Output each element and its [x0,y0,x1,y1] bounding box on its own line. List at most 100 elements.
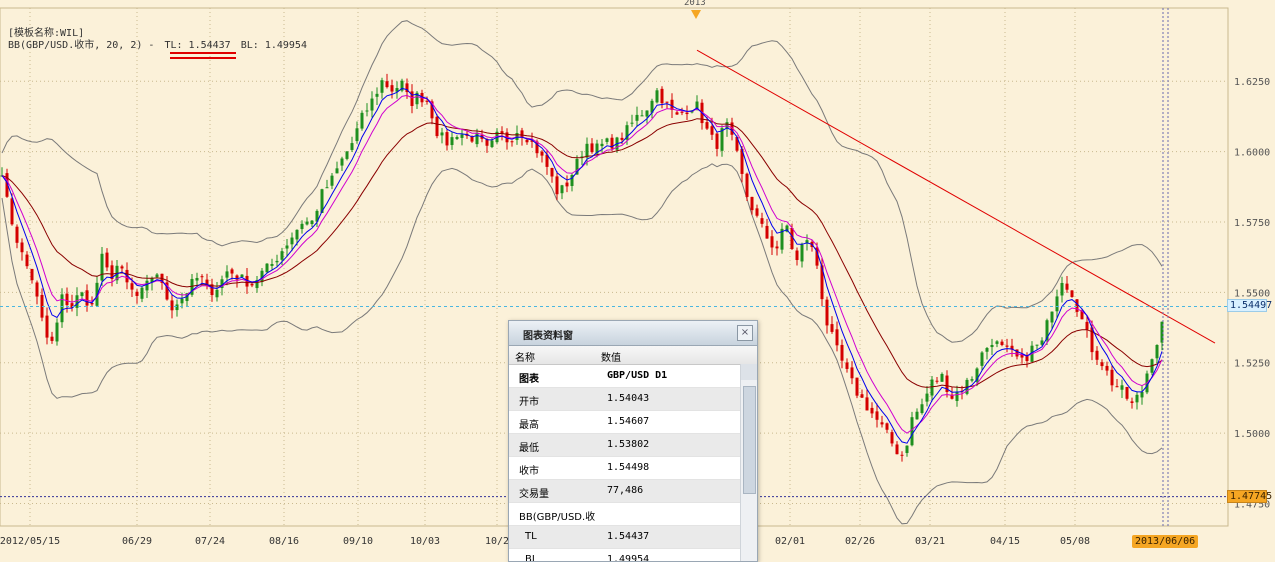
candle-body [935,380,939,382]
candle-body [325,187,329,189]
x-tick-label: 03/21 [914,536,946,547]
candle-body [375,93,379,97]
scroll-up-icon[interactable] [741,364,757,380]
candle-body [175,304,179,311]
candle-body [895,444,899,455]
candle-body [640,115,644,117]
candle-body [65,293,69,306]
candle-body [555,176,559,195]
candle-body [915,411,919,420]
candle-body [460,134,464,138]
candle-body [995,341,999,344]
column-value-header: 数值 [601,353,621,364]
y-tick-label: 1.5500 [1234,288,1270,299]
data-window-scrollbar[interactable] [740,364,757,561]
x-tick-label: 2012/05/15 [0,536,61,547]
row-key: 最低 [519,443,539,454]
candle-body [985,348,989,352]
candle-body [130,283,134,290]
candle-body [750,196,754,211]
candle-body [455,137,459,140]
candle-body [50,336,54,341]
candle-body [55,322,59,342]
candle-body [1115,386,1119,388]
data-window-titlebar[interactable]: 图表资料窗 × [509,321,757,346]
x-tick-label: 10/2 [484,536,510,547]
candle-body [560,185,564,194]
year-marker-triangle-icon[interactable] [691,10,701,19]
data-window[interactable]: 图表资料窗 × 名称 数值 图表 GBP/USD D1 开市 1.54043 最高 1… [508,320,758,562]
candle-body [1035,344,1039,346]
x-tick-label: 02/26 [844,536,876,547]
candle-body [830,324,834,332]
candle-body [1005,345,1009,347]
scroll-thumb[interactable] [743,386,756,494]
candle-body [1125,386,1129,399]
candle-body [350,143,354,150]
candle-body [345,151,349,159]
candle-body [230,269,234,274]
candle-body [660,88,664,104]
candle-body [475,132,479,145]
candle-body [425,100,429,102]
candle-body [1050,311,1054,323]
candle-body [180,298,184,304]
candle-body [360,112,364,129]
close-icon[interactable]: × [737,325,753,341]
candle-body [135,291,139,296]
candle-body [890,432,894,444]
candle-body [380,80,384,93]
x-tick-label: 05/08 [1059,536,1091,547]
candle-body [600,143,604,147]
candle-body [520,130,524,138]
bollinger-legend: BB(GBP/USD.收市, 20, 2) - TL: 1.54437 BL: … [8,36,311,51]
candle-body [265,263,269,273]
candle-body [140,287,144,299]
candle-body [355,128,359,142]
candle-body [860,394,864,398]
row-value: 1.54607 [607,416,650,427]
candle-body [45,315,49,338]
candle-body [1055,296,1059,312]
candle-body [225,271,229,278]
candle-body [955,391,959,401]
x-tick-label: 09/10 [342,536,374,547]
candle-body [840,344,844,361]
x-tick-label: 06/29 [121,536,153,547]
row-value: 1.54437 [607,531,650,542]
row-key: TL [525,531,537,542]
candle-body [80,292,84,297]
candle-body [825,299,829,326]
candle-body [390,85,394,92]
candle-body [60,294,64,323]
candle-body [540,151,544,156]
candle-body [930,379,934,396]
candle-body [15,226,19,243]
bb-legend-prefix: BB(GBP/USD.收市, 20, 2) - [8,40,155,51]
candle-body [105,252,109,268]
candle-body [310,220,314,225]
candle-body [1130,401,1134,403]
x-tick-label: 08/16 [268,536,300,547]
bb-legend-bl: BL: 1.49954 [240,40,307,51]
candle-body [295,229,299,240]
candle-body [305,221,309,225]
candle-body [655,90,659,103]
candle-body [155,274,159,278]
candle-body [685,112,689,115]
candle-body [1095,350,1099,360]
candle-body [330,175,334,186]
candle-body [715,133,719,149]
data-row-open: 开市 1.54043 [509,388,757,411]
candle-body [875,411,879,420]
row-key: BL [525,554,538,562]
candle-body [250,283,254,286]
candle-body [850,367,854,379]
candle-body [450,137,454,146]
data-row-chart: 图表 GBP/USD D1 [509,365,757,388]
row-value: 1.54043 [607,393,650,404]
candle-body [865,397,869,411]
candle-body [585,143,589,158]
column-name-header: 名称 [515,353,535,364]
row-value: 1.54498 [607,462,650,473]
